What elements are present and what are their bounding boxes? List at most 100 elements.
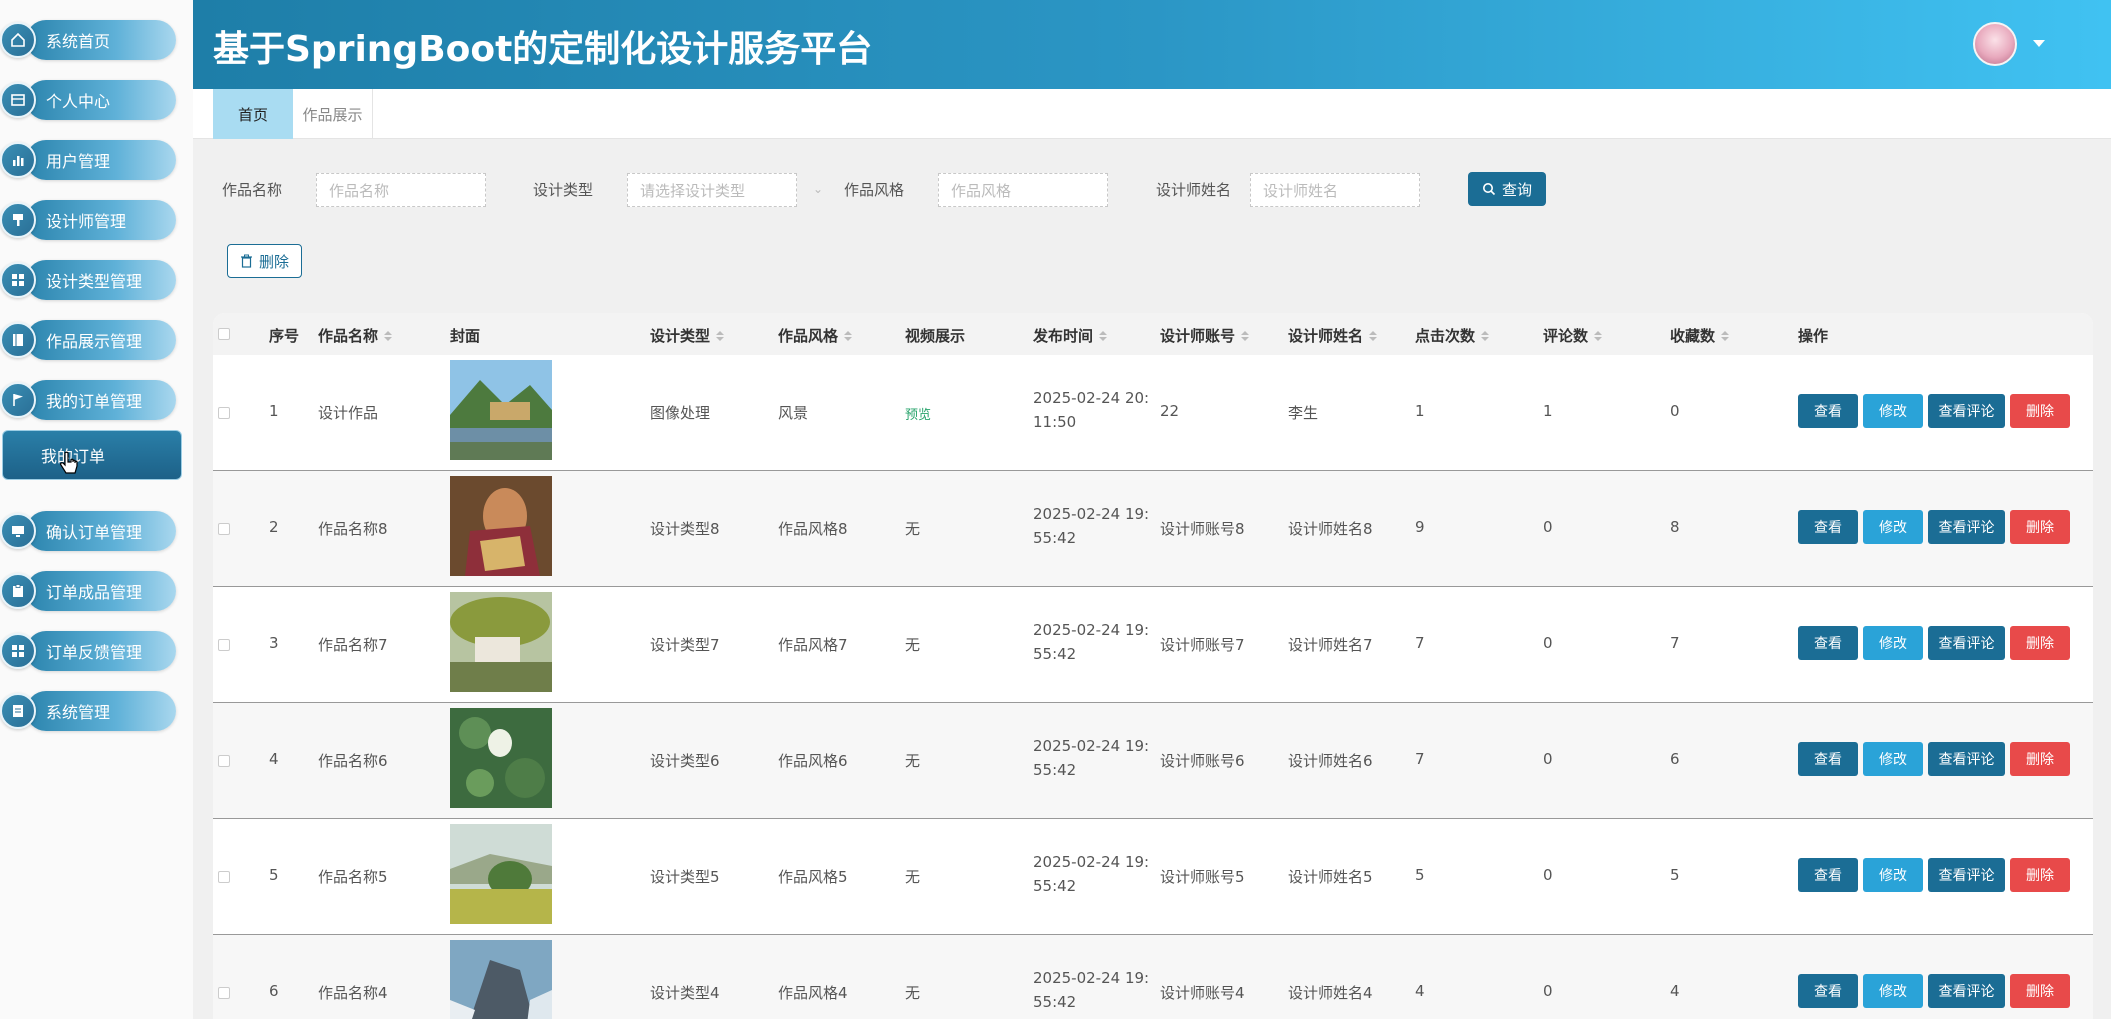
row-checkbox[interactable] xyxy=(218,987,230,999)
sidebar-item-works[interactable]: 作品展示管理 xyxy=(0,319,178,361)
bulk-delete-button[interactable]: 删除 xyxy=(227,244,302,278)
header-work-style[interactable]: 作品风格 xyxy=(778,325,853,346)
sort-icon[interactable] xyxy=(1594,330,1603,341)
view-button[interactable]: 查看 xyxy=(1798,742,1858,776)
chevron-down-icon: ⌄ xyxy=(813,182,824,196)
header-designer-name[interactable]: 设计师姓名 xyxy=(1288,325,1378,346)
cell-publish-time: 55:42 xyxy=(1033,529,1077,547)
view-button[interactable]: 查看 xyxy=(1798,394,1858,428)
header-designer-account[interactable]: 设计师账号 xyxy=(1160,325,1250,346)
delete-button[interactable]: 删除 xyxy=(2010,510,2070,544)
cell-work-style: 作品风格4 xyxy=(778,984,848,1002)
header-label: 作品名称 xyxy=(318,327,379,345)
cell-designer-account: 设计师账号4 xyxy=(1160,984,1245,1002)
view-button[interactable]: 查看 xyxy=(1798,626,1858,660)
cell-comments: 0 xyxy=(1543,518,1553,536)
sort-icon[interactable] xyxy=(1721,330,1730,341)
monitor-icon xyxy=(0,513,36,549)
table-row: 3 作品名称7 设计类型7 作品风格7 无 2025-02-24 19: 55:… xyxy=(213,587,2093,703)
header-design-type[interactable]: 设计类型 xyxy=(650,325,725,346)
sidebar-item-design-types[interactable]: 设计类型管理 xyxy=(0,259,178,301)
delete-button[interactable]: 删除 xyxy=(2010,626,2070,660)
view-comments-button[interactable]: 查看评论 xyxy=(1928,858,2005,892)
header-publish-time[interactable]: 发布时间 xyxy=(1033,325,1108,346)
sidebar-subitem-my-orders[interactable]: 我的订单 xyxy=(2,430,182,480)
delete-button[interactable]: 删除 xyxy=(2010,858,2070,892)
cover-image[interactable] xyxy=(450,824,552,924)
design-type-select[interactable]: 请选择设计类型 xyxy=(627,173,797,207)
edit-button[interactable]: 修改 xyxy=(1863,858,1923,892)
delete-button[interactable]: 删除 xyxy=(2010,742,2070,776)
sidebar-item-order-products[interactable]: 订单成品管理 xyxy=(0,570,178,612)
sidebar-item-system[interactable]: 系统管理 xyxy=(0,690,178,732)
cell-work-style: 风景 xyxy=(778,404,809,422)
cell-designer-account: 设计师账号7 xyxy=(1160,636,1245,654)
row-checkbox[interactable] xyxy=(218,523,230,535)
sidebar-item-confirm-orders[interactable]: 确认订单管理 xyxy=(0,510,178,552)
sort-icon[interactable] xyxy=(716,330,725,341)
designer-name-input[interactable]: 设计师姓名 xyxy=(1250,173,1420,207)
view-comments-button[interactable]: 查看评论 xyxy=(1928,394,2005,428)
brush-icon xyxy=(0,202,36,238)
header-favorites[interactable]: 收藏数 xyxy=(1670,325,1730,346)
app-title: 基于SpringBoot的定制化设计服务平台 xyxy=(213,29,873,70)
sort-icon[interactable] xyxy=(384,330,393,341)
tab-works[interactable]: 作品展示 xyxy=(293,89,373,139)
row-checkbox[interactable] xyxy=(218,407,230,419)
cell-work-name: 作品名称6 xyxy=(318,752,388,770)
sort-icon[interactable] xyxy=(1241,330,1250,341)
work-name-input[interactable]: 作品名称 xyxy=(316,173,486,207)
header-clicks[interactable]: 点击次数 xyxy=(1415,325,1490,346)
sidebar-item-order-feedback[interactable]: 订单反馈管理 xyxy=(0,630,178,672)
sort-icon[interactable] xyxy=(1099,330,1108,341)
select-all-checkbox[interactable] xyxy=(218,328,230,340)
header-work-name[interactable]: 作品名称 xyxy=(318,325,393,346)
sort-icon[interactable] xyxy=(1481,330,1490,341)
view-comments-button[interactable]: 查看评论 xyxy=(1928,626,2005,660)
cover-image[interactable] xyxy=(450,476,552,576)
sidebar-item-label: 系统管理 xyxy=(26,691,176,731)
edit-button[interactable]: 修改 xyxy=(1863,974,1923,1008)
sidebar-item-designers[interactable]: 设计师管理 xyxy=(0,199,178,241)
row-checkbox[interactable] xyxy=(218,871,230,883)
row-checkbox[interactable] xyxy=(218,639,230,651)
view-comments-button[interactable]: 查看评论 xyxy=(1928,974,2005,1008)
book-icon xyxy=(0,322,36,358)
work-style-input[interactable]: 作品风格 xyxy=(938,173,1108,207)
view-comments-button[interactable]: 查看评论 xyxy=(1928,510,2005,544)
chevron-down-icon[interactable] xyxy=(2033,40,2045,47)
filter-label-style: 作品风格 xyxy=(844,181,905,199)
view-button[interactable]: 查看 xyxy=(1798,858,1858,892)
sidebar-item-home[interactable]: 系统首页 xyxy=(0,19,178,61)
table-row: 1 设计作品 图像处理 风景 预览 2025-02-24 20: 11:50 2… xyxy=(213,355,2093,471)
cover-image[interactable] xyxy=(450,940,552,1019)
view-button[interactable]: 查看 xyxy=(1798,974,1858,1008)
cover-image[interactable] xyxy=(450,708,552,808)
sort-icon[interactable] xyxy=(844,330,853,341)
cover-image[interactable] xyxy=(450,592,552,692)
sidebar-item-users[interactable]: 用户管理 xyxy=(0,139,178,181)
cell-design-type: 设计类型4 xyxy=(650,984,720,1002)
delete-button[interactable]: 删除 xyxy=(2010,974,2070,1008)
edit-button[interactable]: 修改 xyxy=(1863,510,1923,544)
delete-button[interactable]: 删除 xyxy=(2010,394,2070,428)
sidebar-item-profile[interactable]: 个人中心 xyxy=(0,79,178,121)
edit-button[interactable]: 修改 xyxy=(1863,742,1923,776)
cover-image[interactable] xyxy=(450,360,552,460)
view-button[interactable]: 查看 xyxy=(1798,510,1858,544)
sidebar-item-my-orders[interactable]: 我的订单管理 xyxy=(0,379,178,421)
view-comments-button[interactable]: 查看评论 xyxy=(1928,742,2005,776)
tab-home[interactable]: 首页 xyxy=(213,89,293,139)
header-comments[interactable]: 评论数 xyxy=(1543,325,1603,346)
header-actions: 操作 xyxy=(1798,327,1829,345)
video-preview-link[interactable]: 预览 xyxy=(905,404,931,423)
search-button[interactable]: 查询 xyxy=(1468,172,1546,206)
edit-button[interactable]: 修改 xyxy=(1863,394,1923,428)
avatar[interactable] xyxy=(1973,22,2017,66)
row-checkbox[interactable] xyxy=(218,755,230,767)
edit-button[interactable]: 修改 xyxy=(1863,626,1923,660)
cell-publish-date: 2025-02-24 19: xyxy=(1033,969,1150,987)
document-icon xyxy=(0,693,36,729)
cell-designer-name: 设计师姓名4 xyxy=(1288,984,1373,1002)
sort-icon[interactable] xyxy=(1369,330,1378,341)
